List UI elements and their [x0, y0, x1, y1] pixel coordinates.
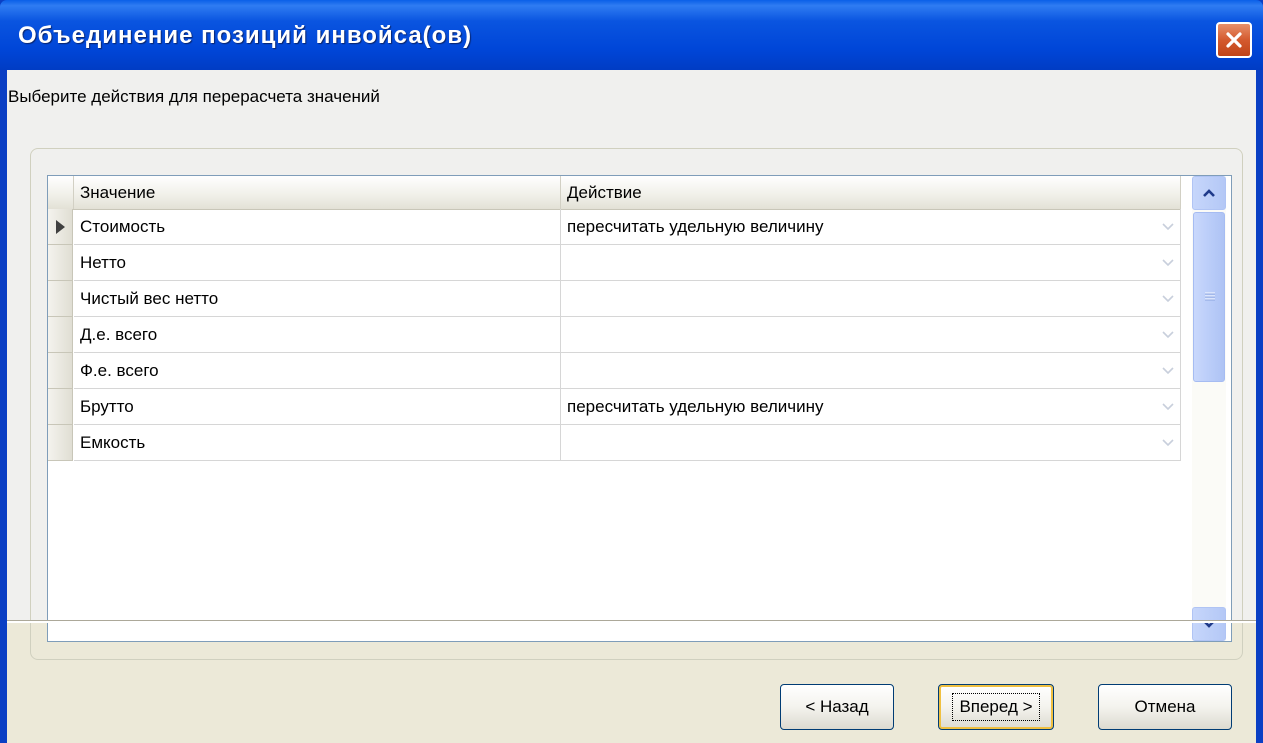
action-combo-cell[interactable]: [561, 425, 1181, 461]
value-cell[interactable]: Стоимость: [74, 209, 561, 245]
close-icon: [1226, 32, 1242, 48]
instruction-text: Выберите действия для перерасчета значен…: [8, 87, 380, 106]
row-indicator[interactable]: [48, 317, 73, 353]
dialog-window: Объединение позиций инвойса(ов) Выберите…: [0, 0, 1263, 743]
current-row-arrow-icon: [56, 220, 65, 234]
table-row[interactable]: Стоимость пересчитать удельную величину: [48, 209, 1181, 245]
cancel-button[interactable]: Отмена: [1098, 684, 1232, 730]
dropdown-arrow-icon[interactable]: [1160, 290, 1176, 306]
next-button-label: Вперед >: [952, 693, 1040, 721]
dropdown-arrow-icon[interactable]: [1160, 326, 1176, 342]
cancel-button-label: Отмена: [1134, 697, 1196, 716]
value-cell[interactable]: Брутто: [74, 389, 561, 425]
title-bar[interactable]: Объединение позиций инвойса(ов): [0, 0, 1263, 70]
grip-icon: [1205, 292, 1215, 301]
scroll-thumb[interactable]: [1193, 212, 1225, 382]
action-combo-cell[interactable]: [561, 353, 1181, 389]
row-indicator[interactable]: [48, 245, 73, 281]
table-row[interactable]: Брутто пересчитать удельную величину: [48, 389, 1181, 425]
dropdown-arrow-icon[interactable]: [1160, 254, 1176, 270]
action-text: пересчитать удельную величину: [567, 397, 824, 416]
action-text: пересчитать удельную величину: [567, 217, 824, 236]
table-row[interactable]: Нетто: [48, 245, 1181, 281]
window-title: Объединение позиций инвойса(ов): [18, 22, 473, 49]
dropdown-arrow-icon[interactable]: [1160, 434, 1176, 450]
next-button[interactable]: Вперед >: [938, 684, 1054, 730]
value-cell[interactable]: Д.е. всего: [74, 317, 561, 353]
dialog-client: Выберите действия для перерасчета значен…: [7, 70, 1256, 743]
column-header-value[interactable]: Значение: [74, 176, 561, 209]
value-cell[interactable]: Емкость: [74, 425, 561, 461]
action-combo-cell[interactable]: [561, 281, 1181, 317]
chevron-up-icon: [1203, 189, 1215, 197]
row-indicator[interactable]: [48, 425, 73, 461]
table-row[interactable]: Ф.е. всего: [48, 353, 1181, 389]
dropdown-arrow-icon[interactable]: [1160, 398, 1176, 414]
row-indicator[interactable]: [48, 281, 73, 317]
back-button[interactable]: < Назад: [780, 684, 894, 730]
wizard-page: Выберите действия для перерасчета значен…: [7, 70, 1256, 660]
back-button-label: < Назад: [805, 697, 869, 716]
scroll-up-button[interactable]: [1192, 176, 1226, 210]
action-combo-cell[interactable]: [561, 317, 1181, 353]
table-row[interactable]: Д.е. всего: [48, 317, 1181, 353]
value-cell[interactable]: Чистый вес нетто: [74, 281, 561, 317]
dropdown-arrow-icon[interactable]: [1160, 218, 1176, 234]
column-header-action[interactable]: Действие: [561, 176, 1181, 209]
vertical-scrollbar[interactable]: [1192, 176, 1226, 641]
recalc-grid: Значение Действие Стоимость пересчитать у…: [47, 175, 1232, 642]
close-button[interactable]: [1216, 22, 1252, 58]
grid-header: Значение Действие: [48, 176, 1181, 210]
row-indicator[interactable]: [48, 353, 73, 389]
action-combo-cell[interactable]: пересчитать удельную величину: [561, 389, 1181, 425]
footer-separator: [7, 620, 1256, 623]
scroll-down-button[interactable]: [1192, 607, 1226, 641]
table-row[interactable]: Чистый вес нетто: [48, 281, 1181, 317]
dropdown-arrow-icon[interactable]: [1160, 362, 1176, 378]
value-cell[interactable]: Нетто: [74, 245, 561, 281]
header-indicator-cell: [48, 176, 74, 209]
value-cell[interactable]: Ф.е. всего: [74, 353, 561, 389]
action-combo-cell[interactable]: [561, 245, 1181, 281]
table-row[interactable]: Емкость: [48, 425, 1181, 461]
row-indicator[interactable]: [48, 389, 73, 425]
row-indicator[interactable]: [48, 209, 73, 245]
action-combo-cell[interactable]: пересчитать удельную величину: [561, 209, 1181, 245]
